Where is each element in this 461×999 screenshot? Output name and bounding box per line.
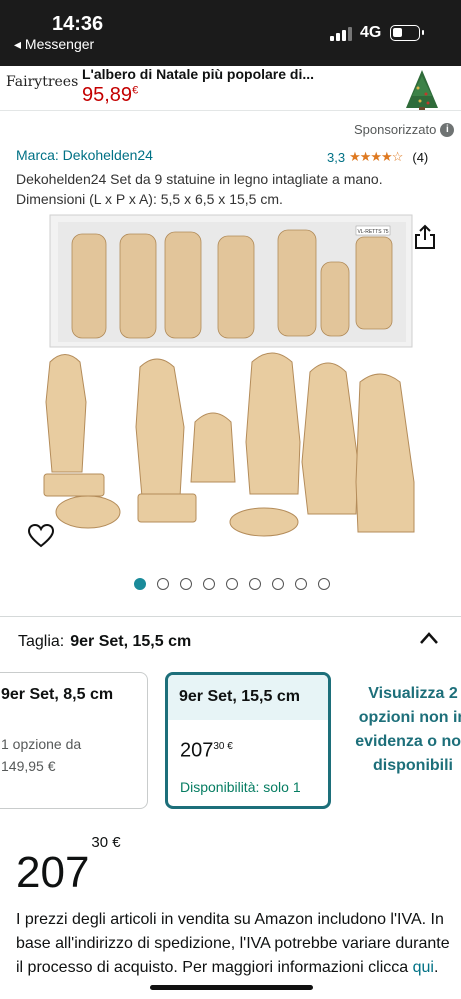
carousel-dot[interactable] bbox=[134, 578, 146, 590]
size-option-line1: 1 opzione da bbox=[1, 736, 82, 752]
carousel-dot[interactable] bbox=[180, 578, 192, 590]
network-type: 4G bbox=[360, 24, 382, 41]
size-selector-header[interactable]: Taglia: 9er Set, 15,5 cm bbox=[18, 633, 191, 651]
carousel-dots[interactable] bbox=[134, 578, 330, 590]
availability-text: Disponibilità: solo 1 bbox=[180, 778, 301, 795]
share-icon[interactable] bbox=[413, 224, 437, 250]
divider bbox=[0, 616, 461, 617]
box-tag: VL-RETTS 75 bbox=[357, 229, 388, 235]
size-option-name: 9er Set, 8,5 cm bbox=[1, 686, 114, 703]
carousel-dot[interactable] bbox=[295, 578, 307, 590]
product-image[interactable]: VL-RETTS 75 bbox=[0, 212, 461, 597]
product-title: Dekohelden24 Set da 9 statuine in legno … bbox=[16, 171, 383, 207]
vat-info-link[interactable]: qui bbox=[413, 959, 434, 976]
size-label: Taglia: bbox=[18, 633, 65, 650]
size-selected-value: 9er Set, 15,5 cm bbox=[70, 633, 192, 650]
carousel-dot[interactable] bbox=[249, 578, 261, 590]
heart-icon[interactable] bbox=[28, 524, 54, 548]
signal-icon bbox=[330, 27, 354, 41]
brand-link[interactable]: Marca: Dekohelden24 bbox=[16, 147, 153, 163]
info-icon[interactable]: i bbox=[440, 122, 455, 137]
sponsored-ad-banner[interactable]: Fairytrees L'albero di Natale più popola… bbox=[0, 66, 461, 111]
status-time: 14:36 bbox=[52, 13, 104, 35]
rating-count: (4) bbox=[412, 149, 429, 165]
chevron-up-icon[interactable] bbox=[418, 630, 440, 646]
carousel-dot[interactable] bbox=[272, 578, 284, 590]
carousel-dot[interactable] bbox=[318, 578, 330, 590]
rating-value: 3,3 bbox=[327, 149, 346, 165]
view-more-options-link[interactable]: Visualizza 2 opzioni non in evidenza o n… bbox=[348, 682, 461, 778]
battery-icon bbox=[390, 25, 424, 41]
christmas-tree-image bbox=[406, 70, 438, 110]
size-option-line2: 149,95 € bbox=[1, 758, 56, 774]
back-to-messenger-link[interactable]: ◂ Messenger bbox=[14, 36, 94, 53]
vat-note: I prezzi degli articoli in vendita su Am… bbox=[16, 911, 450, 976]
size-option-name: 9er Set, 15,5 cm bbox=[168, 675, 328, 720]
sponsored-label[interactable]: Sponsorizzato i bbox=[354, 122, 455, 137]
product-price: 20730 € bbox=[16, 834, 121, 897]
ad-brand-logo: Fairytrees bbox=[6, 74, 79, 90]
size-option-price: 20730 € bbox=[180, 739, 233, 762]
home-indicator[interactable] bbox=[150, 985, 313, 990]
carousel-dot[interactable] bbox=[203, 578, 215, 590]
ad-title[interactable]: L'albero di Natale più popolare di... bbox=[82, 66, 314, 82]
rating-summary[interactable]: 3,3 ★★★★☆ (4) bbox=[327, 149, 428, 165]
status-bar: 14:36 ◂ Messenger 4G bbox=[0, 0, 461, 66]
ad-price: 95,89€ bbox=[82, 84, 139, 106]
carousel-dot[interactable] bbox=[157, 578, 169, 590]
size-option-15-5cm-selected[interactable]: 9er Set, 15,5 cm 20730 € Disponibilità: … bbox=[165, 672, 331, 809]
star-rating-icon: ★★★★☆ bbox=[349, 149, 403, 164]
size-option-8-5cm[interactable]: 9er Set, 8,5 cm 1 opzione da 149,95 € bbox=[0, 672, 148, 809]
carousel-dot[interactable] bbox=[226, 578, 238, 590]
